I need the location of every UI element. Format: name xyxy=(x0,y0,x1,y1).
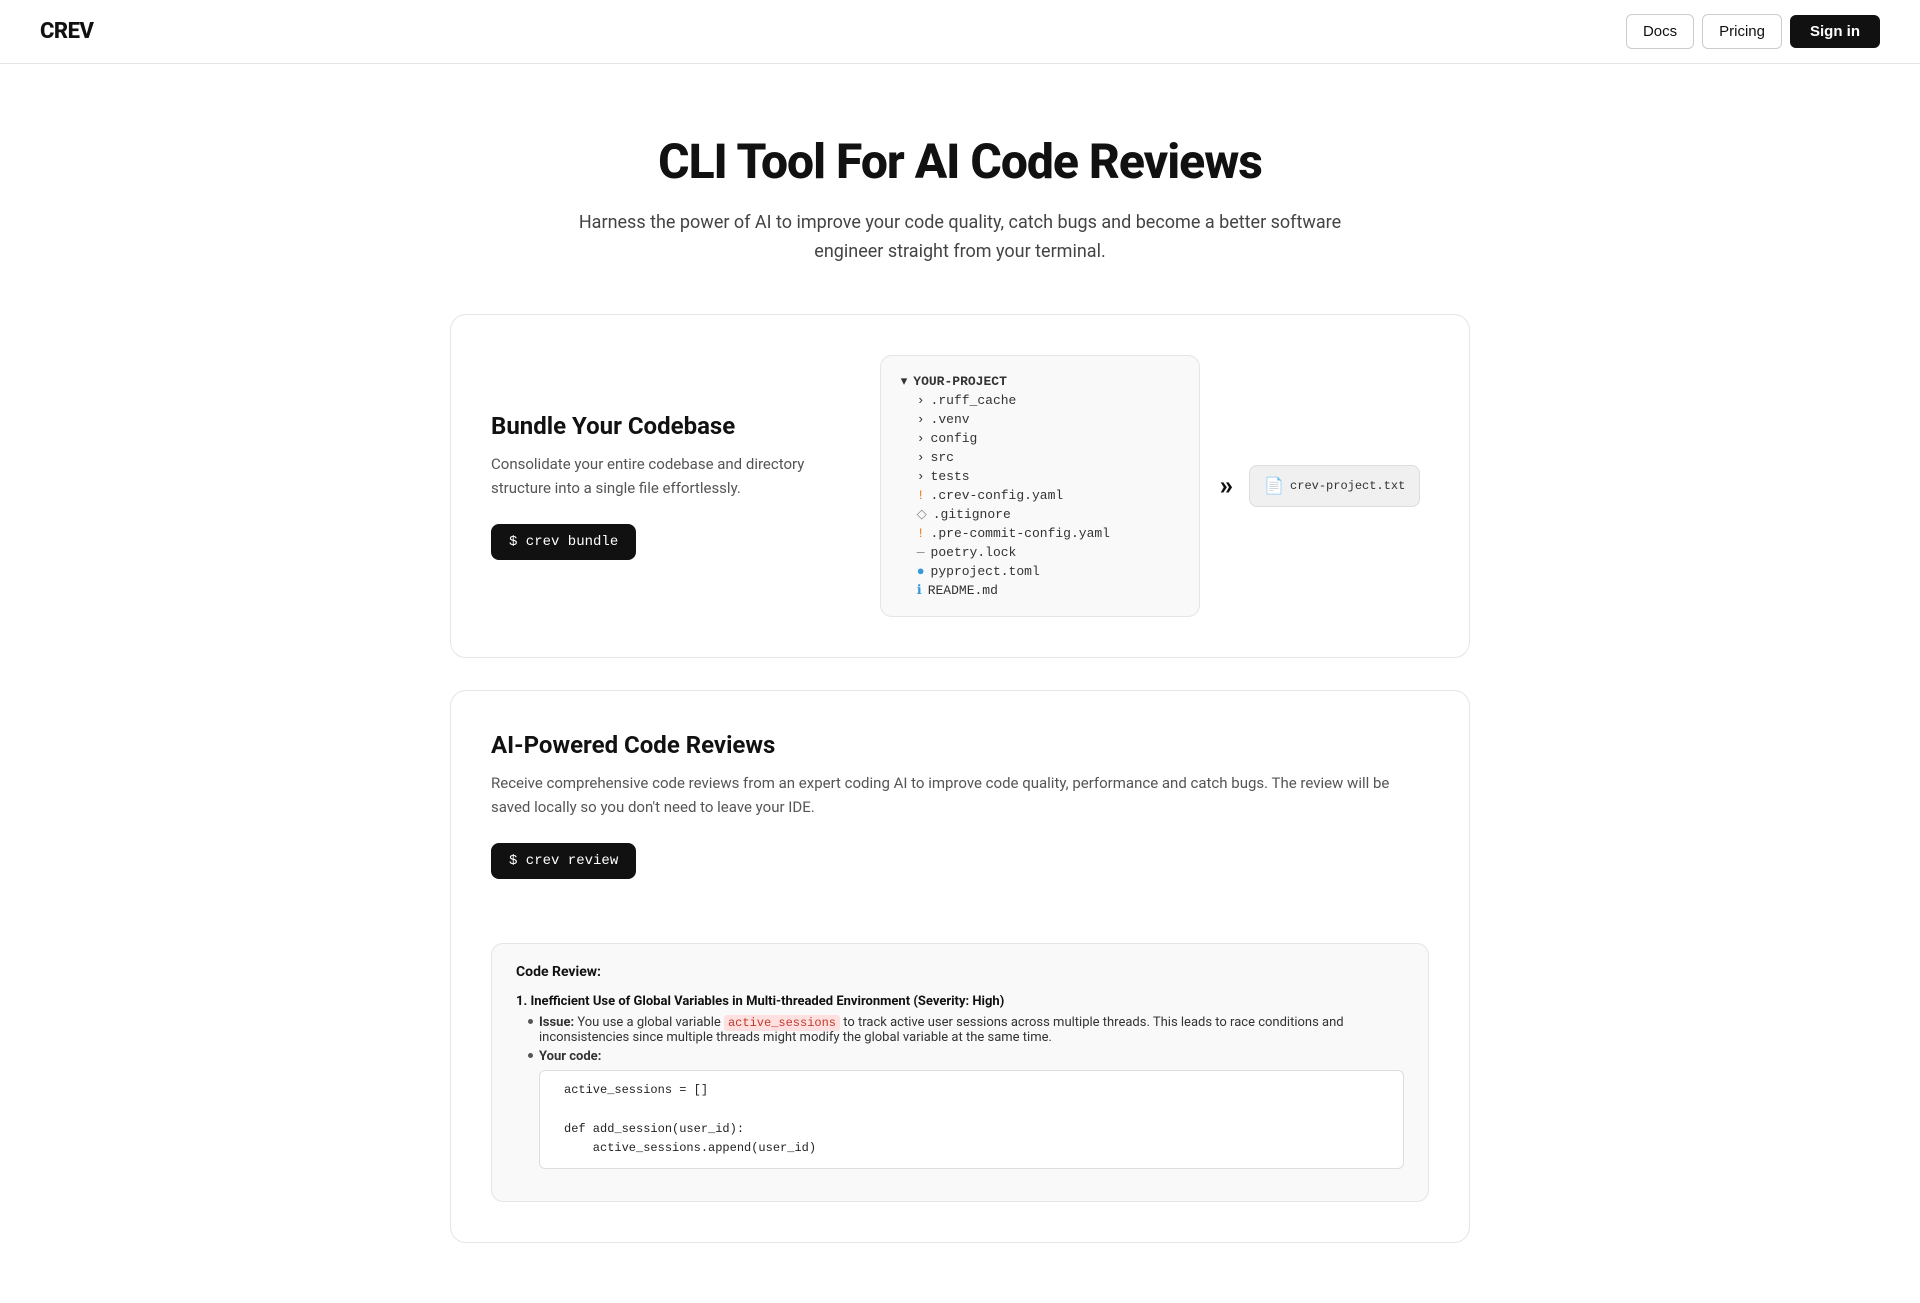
review-code-bullet: Your code: active_sessions = []def add_s… xyxy=(516,1049,1404,1169)
file-icon: 📄 xyxy=(1264,476,1284,496)
tree-item-label: poetry.lock xyxy=(931,545,1017,560)
hero-section: CLI Tool For AI Code Reviews Harness the… xyxy=(530,64,1390,314)
tree-item-readme: ℹ README.md xyxy=(917,581,1179,600)
tree-item-label: src xyxy=(931,450,954,465)
bundle-card: Bundle Your Codebase Consolidate your en… xyxy=(450,314,1470,658)
hero-subtitle: Harness the power of AI to improve your … xyxy=(570,209,1350,267)
review-command[interactable]: $ crev review xyxy=(491,843,636,879)
tree-item-crev-config: ! .crev-config.yaml xyxy=(917,486,1179,505)
review-code-content: Your code: active_sessions = []def add_s… xyxy=(539,1049,1404,1169)
review-issue-bullet: Issue: You use a global variable active_… xyxy=(516,1015,1404,1045)
tree-item-venv: › .venv xyxy=(917,410,1179,429)
file-tree-illustration: ▾ YOUR-PROJECT › .ruff_cache › .venv xyxy=(880,355,1421,617)
chevron-right-icon: › xyxy=(917,469,925,484)
tree-root-label: YOUR-PROJECT xyxy=(913,374,1007,389)
tree-item-label: .crev-config.yaml xyxy=(931,488,1064,503)
tree-item-pyproject: ● pyproject.toml xyxy=(917,562,1179,581)
review-item-title: Inefficient Use of Global Variables in M… xyxy=(530,994,1004,1009)
tree-item-label: .venv xyxy=(931,412,970,427)
tree-root: ▾ YOUR-PROJECT xyxy=(901,372,1179,391)
exclamation-icon: ! xyxy=(917,488,925,503)
tree-item-label: tests xyxy=(931,469,970,484)
issue-text: You use a global variable xyxy=(577,1015,724,1030)
output-file-badge: 📄 crev-project.txt xyxy=(1249,465,1420,507)
code-label: Your code: xyxy=(539,1049,601,1064)
review-demo: Code Review: 1. Inefficient Use of Globa… xyxy=(491,943,1429,1202)
review-item-number: 1. xyxy=(516,994,530,1009)
feature-cards: Bundle Your Codebase Consolidate your en… xyxy=(410,314,1510,1303)
pricing-button[interactable]: Pricing xyxy=(1702,14,1782,49)
chevron-right-icon: › xyxy=(917,412,925,427)
review-description: Receive comprehensive code reviews from … xyxy=(491,771,1429,819)
tree-item-gitignore: ◇ .gitignore xyxy=(917,505,1179,524)
dash-icon: — xyxy=(917,545,925,560)
tree-item-label: README.md xyxy=(928,583,998,598)
review-card: AI-Powered Code Reviews Receive comprehe… xyxy=(450,690,1470,1243)
output-file-label: crev-project.txt xyxy=(1290,479,1405,493)
info-icon: ℹ xyxy=(917,583,922,598)
bundle-card-right: ▾ YOUR-PROJECT › .ruff_cache › .venv xyxy=(871,355,1429,617)
bullet-dot xyxy=(528,1053,533,1058)
tree-item-tests: › tests xyxy=(917,467,1179,486)
navbar-right: Docs Pricing Sign in xyxy=(1626,14,1880,49)
bundle-card-left: Bundle Your Codebase Consolidate your en… xyxy=(491,412,831,560)
review-title: AI-Powered Code Reviews xyxy=(491,731,1429,759)
issue-label: Issue: xyxy=(539,1015,574,1030)
review-card-left: AI-Powered Code Reviews Receive comprehe… xyxy=(491,731,1429,879)
tree-item-label: .pre-commit-config.yaml xyxy=(931,526,1110,541)
bundle-command[interactable]: $ crev bundle xyxy=(491,524,636,560)
review-item-header: 1. Inefficient Use of Global Variables i… xyxy=(516,994,1404,1009)
tree-item-poetrylock: — poetry.lock xyxy=(917,543,1179,562)
circle-icon: ● xyxy=(917,564,925,579)
chevron-down-icon: ▾ xyxy=(901,374,908,389)
tree-item-label: .ruff_cache xyxy=(931,393,1017,408)
tree-item-label: config xyxy=(931,431,978,446)
code-variable: active_sessions xyxy=(724,1015,840,1031)
bullet-dot xyxy=(528,1019,533,1024)
review-issue-content: Issue: You use a global variable active_… xyxy=(539,1015,1404,1045)
tree-item-config: › config xyxy=(917,429,1179,448)
bundle-title: Bundle Your Codebase xyxy=(491,412,831,440)
diamond-icon: ◇ xyxy=(917,507,927,522)
bundle-description: Consolidate your entire codebase and dir… xyxy=(491,452,831,500)
logo[interactable]: CREV xyxy=(40,19,93,44)
code-block: active_sessions = []def add_session(user… xyxy=(539,1070,1404,1169)
review-demo-title: Code Review: xyxy=(516,964,1404,980)
tree-item-precommit: ! .pre-commit-config.yaml xyxy=(917,524,1179,543)
tree-item-ruff: › .ruff_cache xyxy=(917,391,1179,410)
tree-item-src: › src xyxy=(917,448,1179,467)
tree-children: › .ruff_cache › .venv › config › xyxy=(901,391,1179,600)
chevron-right-icon: › xyxy=(917,431,925,446)
hero-title: CLI Tool For AI Code Reviews xyxy=(570,136,1350,189)
tree-item-label: pyproject.toml xyxy=(931,564,1040,579)
exclamation-icon: ! xyxy=(917,526,925,541)
navbar: CREV Docs Pricing Sign in xyxy=(0,0,1920,64)
chevron-right-icon: › xyxy=(917,393,925,408)
chevron-right-icon: › xyxy=(917,450,925,465)
arrow-icon: » xyxy=(1220,471,1229,501)
review-item-1: 1. Inefficient Use of Global Variables i… xyxy=(516,994,1404,1169)
file-tree: ▾ YOUR-PROJECT › .ruff_cache › .venv xyxy=(880,355,1200,617)
tree-item-label: .gitignore xyxy=(933,507,1011,522)
docs-button[interactable]: Docs xyxy=(1626,14,1694,49)
signin-button[interactable]: Sign in xyxy=(1790,15,1880,48)
